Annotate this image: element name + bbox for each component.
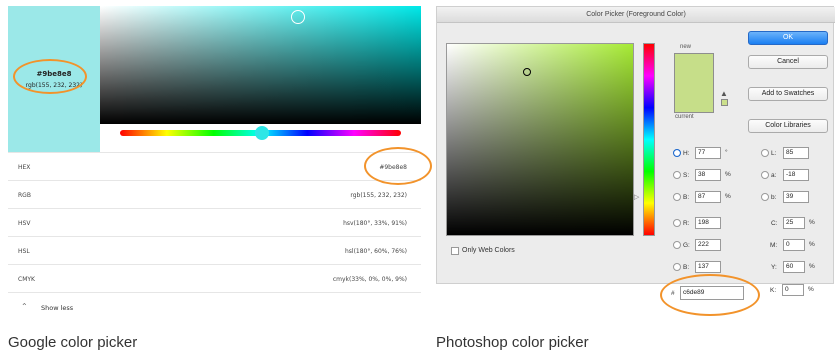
label-s: S: (683, 172, 690, 179)
highlight-ellipse-photoshop-hex (660, 274, 760, 316)
row-label-rgb: RGB (18, 192, 31, 199)
row-label-hex: HEX (18, 164, 31, 171)
current-color-label: current (675, 114, 694, 120)
table-row: HSL hsl(180°, 60%, 76%) (8, 236, 421, 264)
highlight-ellipse-google-preview (13, 59, 87, 94)
photoshop-color-picker: Color Picker (Foreground Color) ▷ new cu… (436, 6, 835, 284)
input-h[interactable]: 77 (695, 147, 721, 159)
label-l: L: (771, 150, 777, 157)
hue-slider[interactable] (643, 43, 655, 236)
table-row: RGB rgb(155, 232, 232) (8, 180, 421, 208)
input-r[interactable]: 198 (695, 217, 721, 229)
label-lab-b: b: (771, 194, 777, 201)
input-m[interactable]: 0 (783, 239, 805, 251)
label-k: K: (770, 287, 777, 294)
radio-a[interactable] (761, 171, 769, 179)
input-a[interactable]: -18 (783, 169, 809, 181)
row-label-cmyk: CMYK (18, 276, 35, 283)
color-field[interactable] (446, 43, 634, 236)
label-blue: B: (683, 264, 690, 271)
radio-r[interactable] (673, 219, 681, 227)
input-k[interactable]: 0 (782, 284, 804, 296)
input-l[interactable]: 85 (783, 147, 809, 159)
label-m: M: (770, 242, 778, 249)
input-blue[interactable]: 137 (695, 261, 721, 273)
label-a: a: (771, 172, 777, 179)
new-color-label: new (680, 44, 692, 50)
radio-l[interactable] (761, 149, 769, 157)
row-label-hsv: HSV (18, 220, 31, 227)
label-g: G: (683, 242, 690, 249)
color-libraries-button[interactable]: Color Libraries (748, 119, 828, 133)
color-values-table: HEX #9be8e8 RGB rgb(155, 232, 232) HSV h… (8, 152, 421, 320)
radio-h[interactable] (673, 149, 681, 157)
unit-c: % (809, 219, 815, 226)
caption-google: Google color picker (8, 334, 138, 351)
cancel-button[interactable]: Cancel (748, 55, 828, 69)
field-cursor-handle[interactable] (291, 10, 305, 24)
input-lab-b[interactable]: 39 (783, 191, 809, 203)
row-label-hsl: HSL (18, 248, 30, 255)
hue-slider-thumb[interactable] (255, 126, 269, 140)
google-color-picker: #9be8e8 rgb(155, 232, 232) HEX #9be8e8 R… (8, 6, 421, 314)
dialog-title: Color Picker (Foreground Color) (437, 7, 835, 23)
label-b: B: (683, 194, 690, 201)
unit-s: % (725, 171, 731, 178)
radio-blue[interactable] (673, 263, 681, 271)
row-value-hsl[interactable]: hsl(180°, 60%, 76%) (345, 248, 407, 255)
gamut-warning-icon[interactable]: ▲ (720, 89, 728, 98)
field-cursor-handle[interactable] (523, 68, 531, 76)
row-value-rgb[interactable]: rgb(155, 232, 232) (350, 192, 407, 199)
input-g[interactable]: 222 (695, 239, 721, 251)
radio-s[interactable] (673, 171, 681, 179)
table-row: HEX #9be8e8 (8, 152, 421, 180)
highlight-ellipse-google-hex (364, 147, 432, 185)
input-s[interactable]: 38 (695, 169, 721, 181)
input-c[interactable]: 25 (783, 217, 805, 229)
unit-m: % (809, 241, 815, 248)
saturation-value-field[interactable] (100, 6, 421, 124)
hue-slider-arrow-icon[interactable]: ▷ (634, 193, 639, 201)
web-safe-swatch[interactable] (721, 99, 728, 106)
row-value-hsv[interactable]: hsv(180°, 33%, 91%) (343, 220, 407, 227)
new-color-swatch (674, 53, 714, 87)
input-y[interactable]: 60 (783, 261, 805, 273)
current-color-swatch[interactable] (674, 87, 714, 113)
add-to-swatches-button[interactable]: Add to Swatches (748, 87, 828, 101)
radio-lab-b[interactable] (761, 193, 769, 201)
label-c: C: (771, 220, 778, 227)
show-less-label: Show less (41, 304, 74, 312)
show-less-toggle[interactable]: ⌃ Show less (8, 292, 421, 320)
radio-b[interactable] (673, 193, 681, 201)
ok-button[interactable]: OK (748, 31, 828, 45)
unit-y: % (809, 263, 815, 270)
unit-k: % (808, 286, 814, 293)
table-row: HSV hsv(180°, 33%, 91%) (8, 208, 421, 236)
input-b[interactable]: 87 (695, 191, 721, 203)
unit-h: ° (725, 149, 728, 156)
only-web-colors-label: Only Web Colors (462, 247, 515, 254)
label-h: H: (683, 150, 690, 157)
table-row: CMYK cmyk(33%, 0%, 0%, 9%) (8, 264, 421, 292)
label-r: R: (683, 220, 690, 227)
radio-g[interactable] (673, 241, 681, 249)
caption-photoshop: Photoshop color picker (436, 334, 589, 351)
chevron-up-icon: ⌃ (21, 302, 28, 311)
label-y: Y: (771, 264, 777, 271)
unit-b: % (725, 193, 731, 200)
only-web-colors-checkbox[interactable] (451, 247, 459, 255)
row-value-cmyk[interactable]: cmyk(33%, 0%, 0%, 9%) (333, 276, 407, 283)
